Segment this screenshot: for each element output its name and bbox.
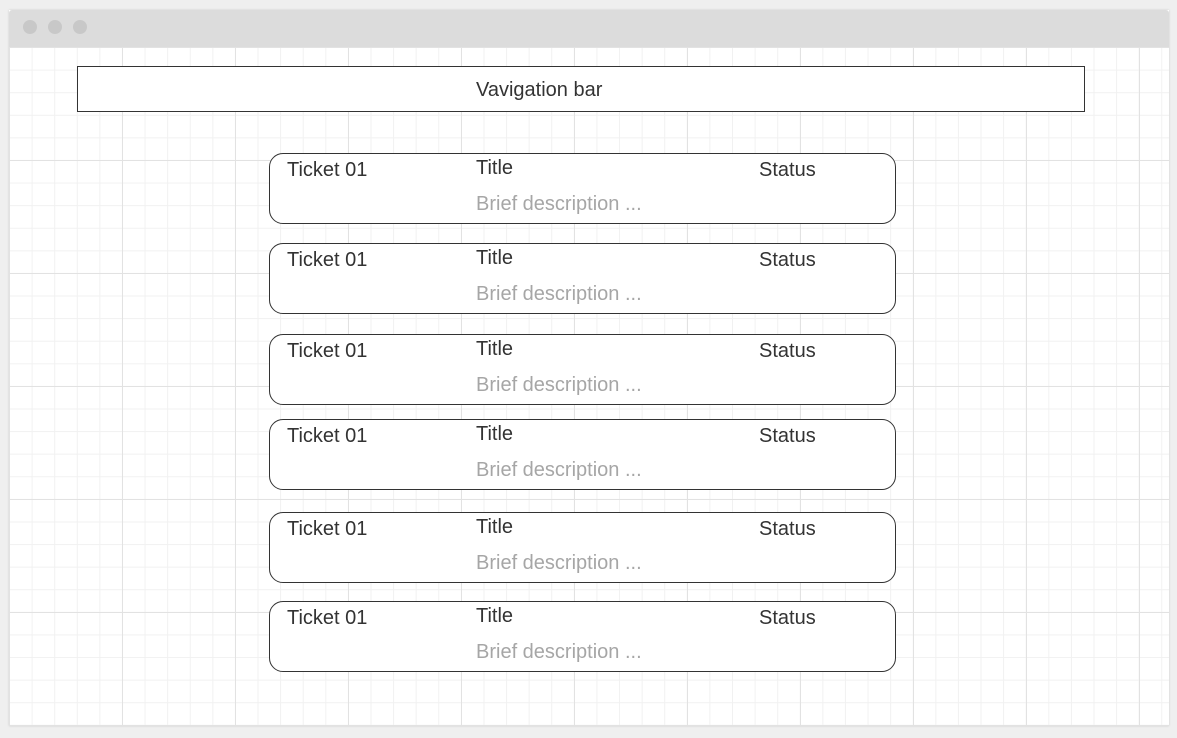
ticket-title: Title <box>476 605 514 627</box>
ticket-title: Title <box>476 516 514 538</box>
ticket-card[interactable]: Ticket 01 Title Status Brief description… <box>269 601 896 672</box>
ticket-card[interactable]: Ticket 01 Title Status Brief description… <box>269 419 896 490</box>
ticket-id: Ticket 01 <box>287 425 368 447</box>
ticket-card[interactable]: Ticket 01 Title Status Brief description… <box>269 243 896 314</box>
browser-window: Vavigation bar Ticket 01 Title Status Br… <box>9 10 1169 726</box>
window-titlebar <box>9 10 1169 47</box>
ticket-card[interactable]: Ticket 01 Title Status Brief description… <box>269 153 896 224</box>
ticket-title: Title <box>476 247 514 269</box>
page-canvas: Vavigation bar Ticket 01 Title Status Br… <box>9 47 1169 726</box>
ticket-card[interactable]: Ticket 01 Title Status Brief description… <box>269 334 896 405</box>
close-window-icon[interactable] <box>23 20 37 34</box>
ticket-id: Ticket 01 <box>287 249 368 271</box>
ticket-id: Ticket 01 <box>287 340 368 362</box>
maximize-window-icon[interactable] <box>73 20 87 34</box>
ticket-description: Brief description ... <box>476 283 642 305</box>
ticket-id: Ticket 01 <box>287 159 368 181</box>
ticket-id: Ticket 01 <box>287 607 368 629</box>
navigation-bar-label: Vavigation bar <box>476 79 603 101</box>
ticket-status: Status <box>759 159 816 181</box>
ticket-status: Status <box>759 425 816 447</box>
ticket-description: Brief description ... <box>476 552 642 574</box>
ticket-card[interactable]: Ticket 01 Title Status Brief description… <box>269 512 896 583</box>
ticket-id: Ticket 01 <box>287 518 368 540</box>
ticket-title: Title <box>476 338 514 360</box>
ticket-title: Title <box>476 423 514 445</box>
navigation-bar[interactable]: Vavigation bar <box>77 66 1085 112</box>
ticket-status: Status <box>759 249 816 271</box>
ticket-description: Brief description ... <box>476 641 642 663</box>
ticket-status: Status <box>759 518 816 540</box>
ticket-description: Brief description ... <box>476 459 642 481</box>
minimize-window-icon[interactable] <box>48 20 62 34</box>
ticket-description: Brief description ... <box>476 193 642 215</box>
ticket-title: Title <box>476 157 514 179</box>
ticket-description: Brief description ... <box>476 374 642 396</box>
ticket-status: Status <box>759 340 816 362</box>
ticket-status: Status <box>759 607 816 629</box>
